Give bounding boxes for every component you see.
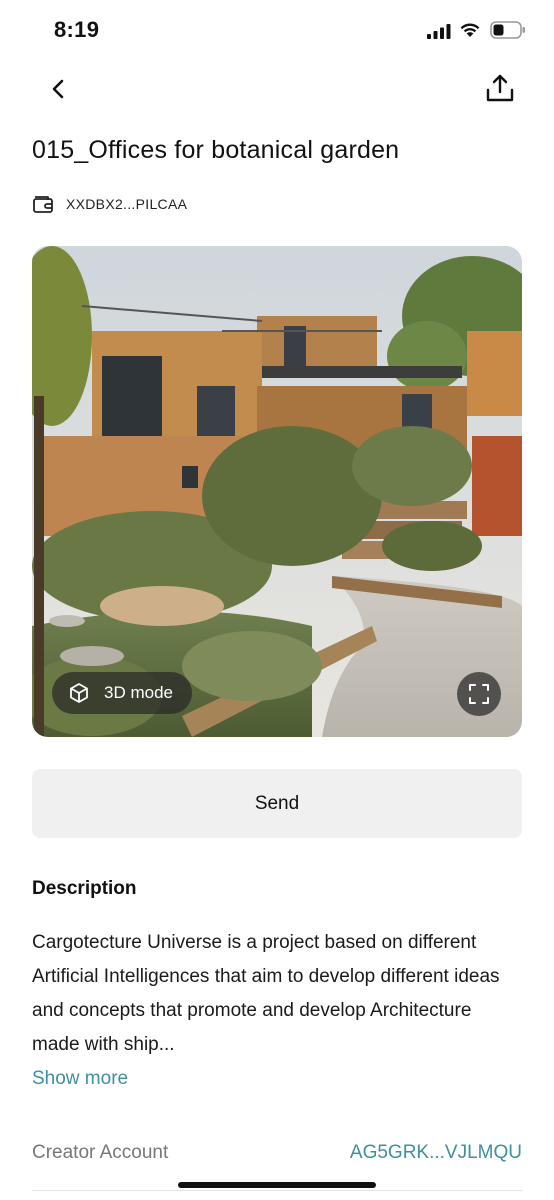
home-indicator: [178, 1182, 376, 1188]
nft-image[interactable]: 3D mode: [32, 246, 522, 737]
status-bar: 8:19: [0, 0, 554, 60]
description-text: Cargotecture Universe is a project based…: [32, 932, 500, 1055]
battery-icon: [490, 21, 525, 39]
wallet-row: XXDBX2...PILCAA: [32, 192, 187, 216]
back-button[interactable]: [42, 72, 76, 106]
status-time: 8:19: [54, 17, 100, 42]
share-button[interactable]: [482, 70, 518, 106]
creator-account-label: Creator Account: [32, 1142, 169, 1163]
send-button[interactable]: Send: [32, 769, 522, 838]
chevron-left-icon: [52, 79, 64, 99]
creator-account-link[interactable]: AG5GRK...VJLMQU: [350, 1142, 522, 1164]
fullscreen-button[interactable]: [457, 672, 501, 716]
cube-icon: [70, 683, 88, 703]
3d-mode-button[interactable]: 3D mode: [52, 672, 192, 714]
wallet-address[interactable]: XXDBX2...PILCAA: [66, 196, 187, 212]
wifi-icon: [460, 23, 480, 37]
page-title: 015_Offices for botanical garden: [32, 136, 400, 164]
wallet-icon: [33, 196, 53, 213]
show-more-link[interactable]: Show more: [32, 1068, 128, 1090]
share-upload-icon: [486, 74, 514, 102]
fullscreen-icon: [469, 684, 489, 704]
garden-offices-illustration: [32, 246, 522, 737]
signal-icon: [427, 24, 451, 39]
3d-mode-label: 3D mode: [104, 683, 173, 702]
divider: [32, 1190, 522, 1191]
description-heading: Description: [32, 878, 137, 899]
